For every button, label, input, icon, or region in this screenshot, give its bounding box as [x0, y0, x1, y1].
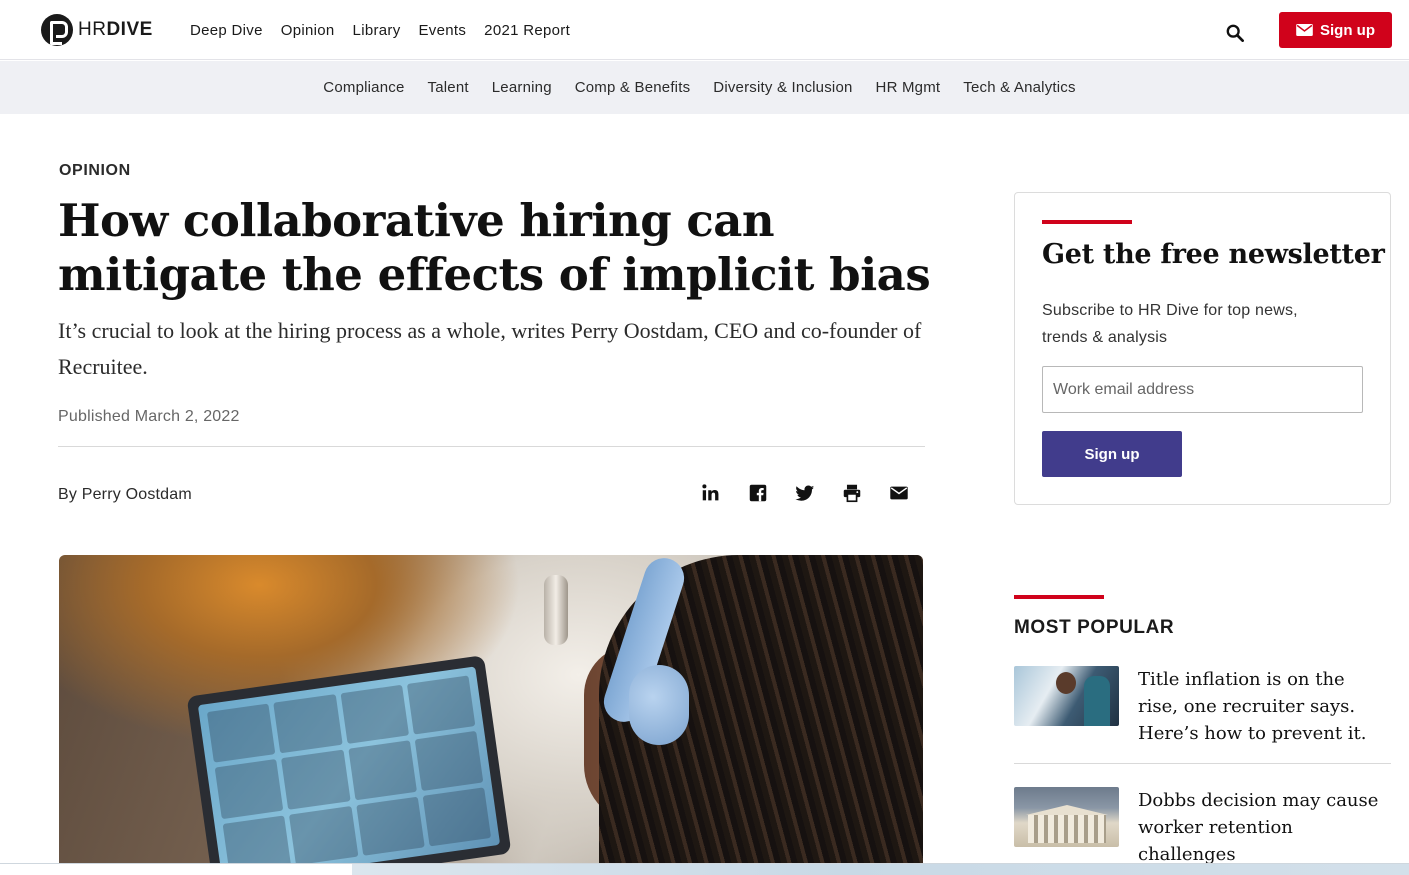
popular-item-title[interactable]: Dobbs decision may cause worker retentio…: [1138, 787, 1388, 868]
nav-opinion[interactable]: Opinion: [281, 22, 335, 39]
hr-dive-logo-icon: [41, 14, 73, 46]
article-headline: How collaborative hiring can mitigate th…: [58, 194, 931, 301]
twitter-icon[interactable]: [794, 482, 816, 504]
print-icon[interactable]: [841, 482, 863, 504]
topic-hr-mgmt[interactable]: HR Mgmt: [876, 79, 941, 96]
hero-video-call-screen: [197, 666, 501, 863]
topic-tech-analytics[interactable]: Tech & Analytics: [963, 79, 1075, 96]
logo-wordmark: HRDIVE: [78, 19, 153, 40]
topic-learning[interactable]: Learning: [492, 79, 552, 96]
article-hero-image: [59, 555, 923, 863]
header-signup-button[interactable]: Sign up: [1279, 12, 1392, 48]
nav-events[interactable]: Events: [419, 22, 467, 39]
article-dek: It’s crucial to look at the hiring proce…: [58, 318, 922, 379]
mail-icon: [1296, 24, 1313, 36]
header-signup-label: Sign up: [1320, 21, 1375, 39]
share-toolbar: [700, 482, 910, 504]
article-kicker[interactable]: OPINION: [59, 162, 131, 180]
hero-lamp: [544, 575, 568, 645]
topic-compliance[interactable]: Compliance: [323, 79, 404, 96]
email-icon[interactable]: [888, 482, 910, 504]
nav-library[interactable]: Library: [353, 22, 401, 39]
newsletter-title: Get the free newsletter: [1042, 239, 1385, 270]
popular-divider: [1014, 763, 1391, 764]
popular-item-thumbnail[interactable]: [1014, 666, 1119, 726]
newsletter-accent-bar: [1042, 220, 1132, 224]
article-divider: [58, 446, 925, 447]
hero-headphone-earcup: [629, 665, 689, 745]
newsletter-description: Subscribe to HR Dive for top news, trend…: [1042, 302, 1298, 346]
hr-dive-logo[interactable]: HRDIVE: [41, 14, 153, 46]
most-popular-accent-bar: [1014, 595, 1104, 599]
most-popular-heading: MOST POPULAR: [1014, 617, 1175, 638]
main-nav: Deep Dive Opinion Library Events 2021 Re…: [190, 22, 570, 39]
newsletter-signup-button[interactable]: Sign up: [1042, 431, 1182, 477]
top-bar: HRDIVE Deep Dive Opinion Library Events …: [0, 0, 1409, 60]
facebook-icon[interactable]: [747, 482, 769, 504]
search-icon[interactable]: [1226, 24, 1244, 42]
topic-talent[interactable]: Talent: [428, 79, 469, 96]
hero-laptop: [186, 655, 512, 863]
nav-2021-report[interactable]: 2021 Report: [484, 22, 570, 39]
published-date: Published March 2, 2022: [58, 408, 240, 425]
newsletter-signup-card: Get the free newsletter Subscribe to HR …: [1014, 192, 1391, 505]
popular-item-title[interactable]: Title inflation is on the rise, one recr…: [1138, 666, 1388, 747]
article-byline: By Perry Oostdam: [58, 486, 192, 503]
topic-nav: Compliance Talent Learning Comp & Benefi…: [0, 61, 1409, 114]
topic-diversity-inclusion[interactable]: Diversity & Inclusion: [713, 79, 852, 96]
linkedin-icon[interactable]: [700, 482, 722, 504]
work-email-input[interactable]: [1042, 366, 1363, 413]
nav-deep-dive[interactable]: Deep Dive: [190, 22, 263, 39]
taskbar-strip: [0, 863, 1409, 875]
topic-comp-benefits[interactable]: Comp & Benefits: [575, 79, 691, 96]
popular-item-thumbnail[interactable]: [1014, 787, 1119, 847]
